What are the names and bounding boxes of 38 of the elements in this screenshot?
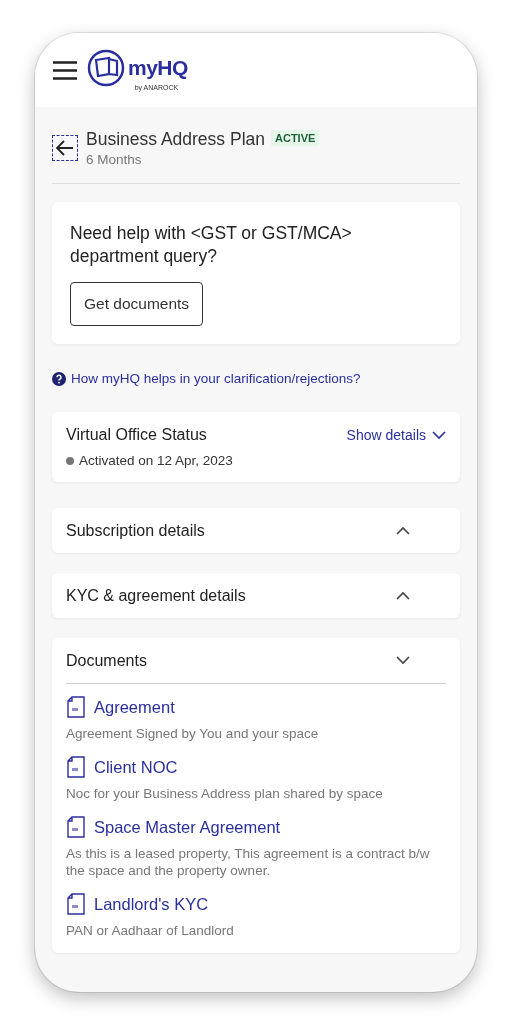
document-description: As this is a leased property, This agreement is a contract b/w the space and the property owner.	[66, 845, 431, 879]
document-icon	[66, 696, 86, 718]
card-title: Virtual Office Status	[66, 426, 207, 444]
status-dot	[66, 456, 74, 465]
status-text: Activated on 12 Apr, 2023	[79, 453, 233, 468]
logo-text: myHQ	[128, 56, 188, 80]
menu-icon[interactable]	[53, 60, 77, 80]
document-description: PAN or Aadhaar of Landlord	[66, 922, 235, 939]
chevron-icon	[396, 591, 410, 600]
get-documents-button[interactable]: Get documents	[70, 282, 204, 326]
chevron-icon	[396, 656, 410, 665]
help-icon	[52, 371, 66, 386]
document-icon	[66, 816, 86, 838]
document-description: Noc for your Business Address plan shared by space	[66, 785, 384, 802]
document-icon	[66, 756, 86, 778]
section-header[interactable]: KYC & agreement details	[52, 573, 460, 618]
section-title: KYC & agreement details	[66, 586, 246, 605]
back-arrow-icon	[56, 140, 74, 156]
document-link[interactable]: Landlord's KYC	[94, 894, 209, 914]
back-button[interactable]	[52, 135, 78, 161]
section-header[interactable]: Subscription details	[52, 508, 460, 553]
chevron-icon	[432, 430, 446, 440]
help-link[interactable]: How myHQ helps in your clarification/rejections?	[71, 371, 361, 386]
section-header[interactable]: Documents	[52, 638, 460, 683]
document-link[interactable]: Space Master Agreement	[94, 817, 281, 837]
status-badge: ACTIVE	[271, 130, 320, 146]
document-description: Agreement Signed by You and your space	[66, 725, 320, 742]
document-link[interactable]: Client NOC	[94, 757, 178, 777]
document-icon	[66, 893, 86, 915]
section-title: Subscription details	[66, 521, 205, 540]
plan-duration: 6 Months	[86, 152, 143, 167]
chevron-icon	[396, 526, 410, 535]
document-link[interactable]: Agreement	[94, 697, 175, 717]
help-question: Need help with <GST or GST/MCA> department query?	[70, 222, 353, 268]
section-title: Documents	[66, 651, 147, 670]
show-details-button[interactable]: Show details	[346, 427, 446, 443]
flag-logo-icon	[87, 49, 125, 87]
plan-title: Business Address Plan	[86, 129, 265, 149]
